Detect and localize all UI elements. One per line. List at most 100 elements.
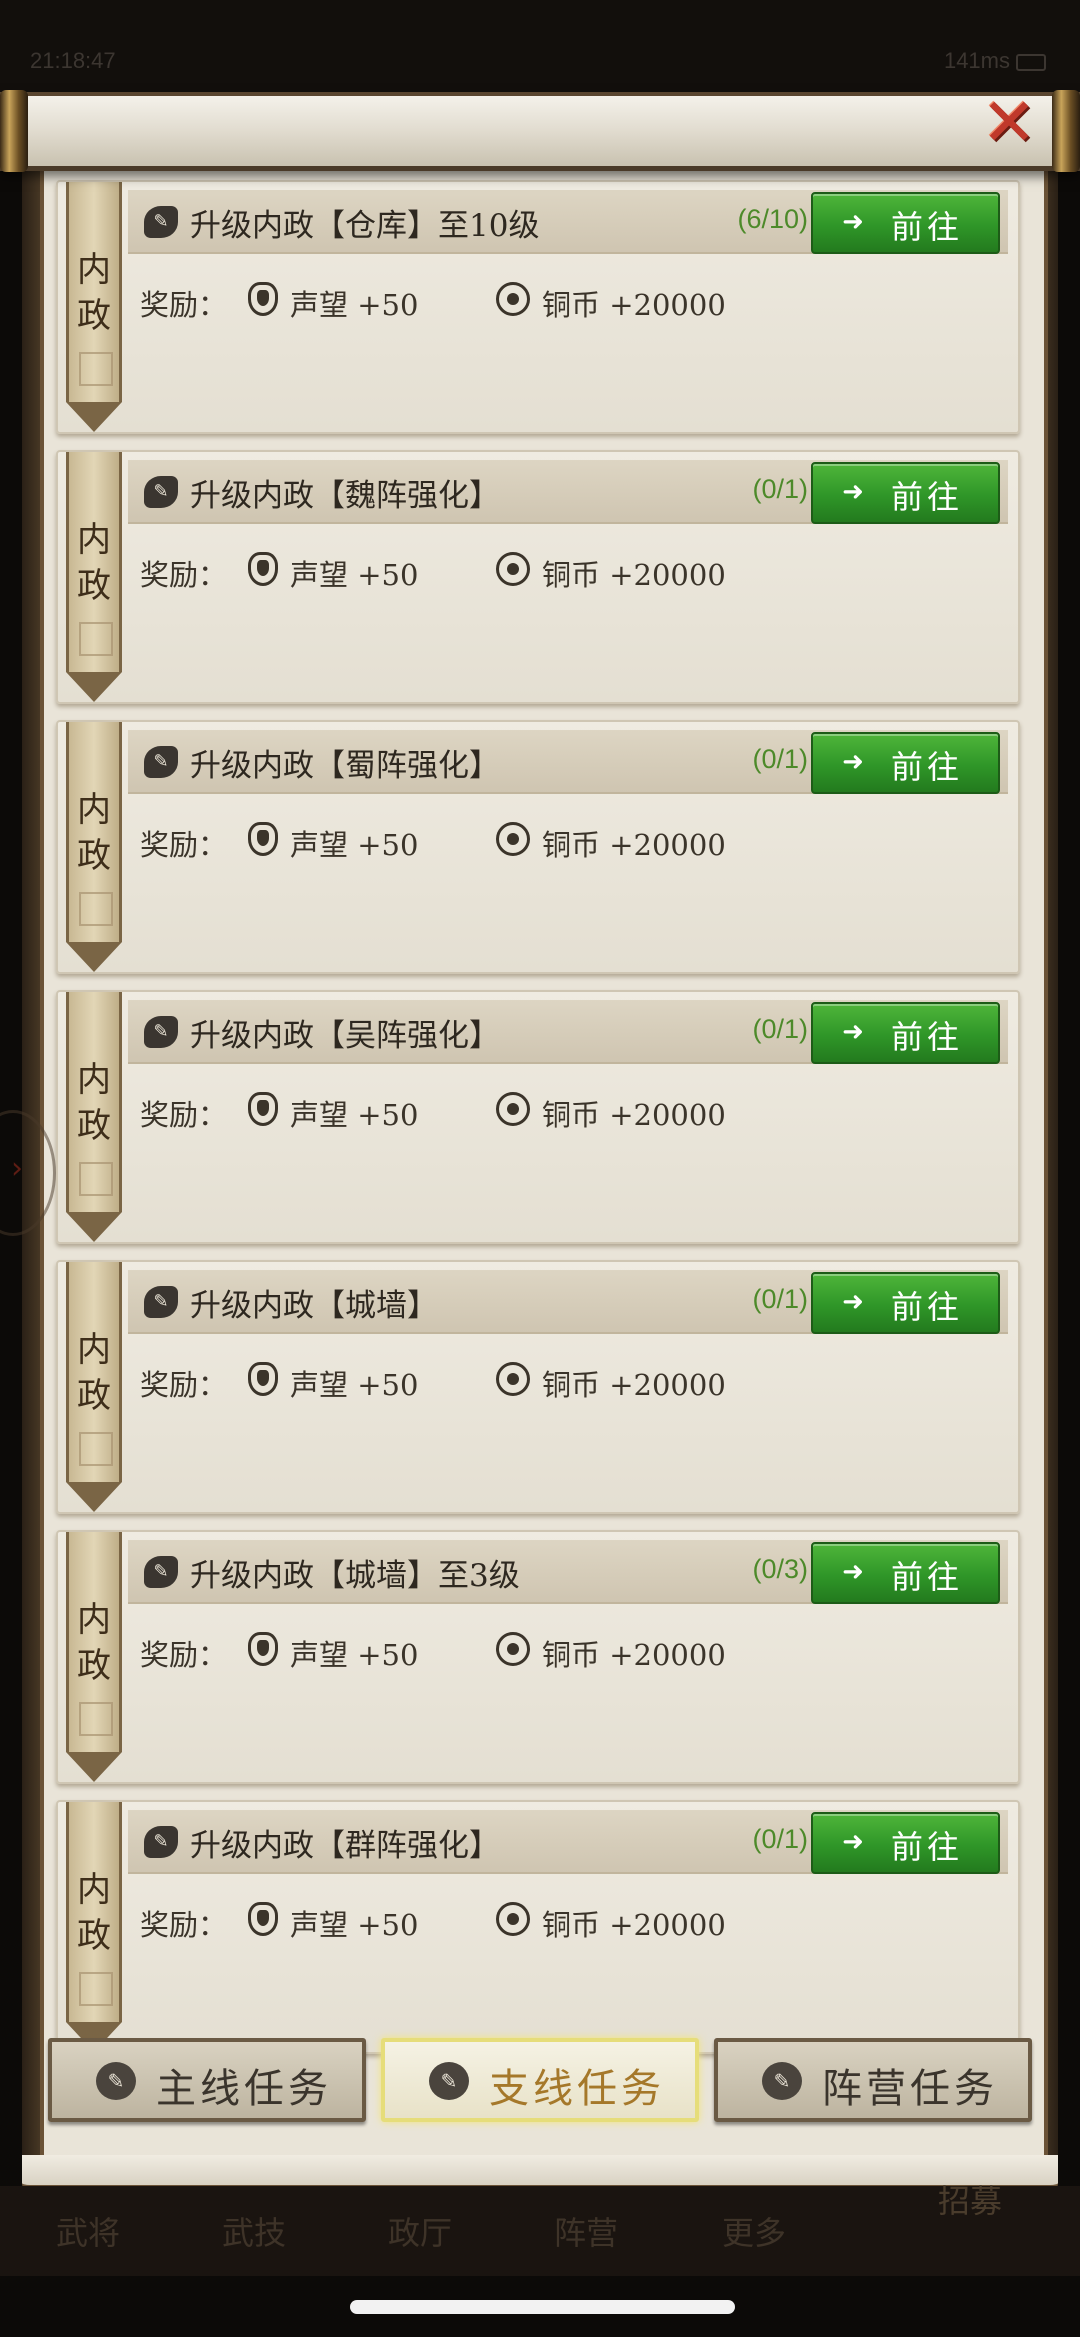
reputation-icon (248, 1092, 278, 1126)
reputation-icon (248, 1632, 278, 1666)
task-title: 升级内政【蜀阵强化】 (190, 748, 500, 784)
task-card: 内政 ✎ 升级内政【蜀阵强化】 (0/1) ➜ 前往 奖励： 声望 +50 铜币 +20000 (56, 720, 1020, 974)
task-title: 升级内政【城墙】至3级 (190, 1558, 520, 1594)
go-label: 前往 (891, 1018, 964, 1056)
scroll-icon: ✎ (96, 2062, 136, 2100)
coin-icon (496, 552, 530, 586)
nav-faction[interactable]: 阵营 (554, 2208, 618, 2254)
task-scroll-icon: ✎ (144, 1826, 178, 1858)
category-ribbon: 内政 (66, 992, 122, 1242)
go-arrow-icon: ➜ (842, 1827, 864, 1857)
task-title: 升级内政【城墙】 (190, 1288, 438, 1324)
coin-reward: 铜币 +20000 (542, 1908, 726, 1942)
coin-reward: 铜币 +20000 (542, 1098, 726, 1132)
task-card: 内政 ✎ 升级内政【城墙】 (0/1) ➜ 前往奖励： 声望 +50 铜币 +20000 (56, 1260, 1020, 1514)
task-tabs: ✎ 主线任务 ✎ 支线任务 ✎ 阵营任务 (48, 2038, 1032, 2128)
task-scroll-icon: ✎ (144, 476, 178, 508)
ribbon-ornament (79, 1972, 113, 2006)
home-indicator[interactable] (350, 2300, 735, 2314)
scroll-rod-right (1052, 90, 1080, 172)
coin-icon (496, 1362, 530, 1396)
tab-side-quest[interactable]: ✎ 支线任务 (381, 2038, 699, 2122)
go-label: 前往 (891, 748, 964, 786)
task-progress: (6/10) (737, 204, 808, 234)
category-ribbon: 内政 (66, 722, 122, 972)
reward-label: 奖励： (140, 1368, 228, 1402)
go-label: 前往 (891, 208, 964, 246)
go-button[interactable]: ➜ 前往 (811, 1812, 1000, 1874)
task-title-bar: ✎ 升级内政【蜀阵强化】 (0/1) ➜ 前往 (128, 730, 1008, 794)
reputation-icon (248, 1902, 278, 1936)
task-progress: (0/1) (752, 1284, 808, 1314)
coin-reward: 铜币 +20000 (542, 1368, 726, 1402)
category-ribbon: 内政 (66, 452, 122, 702)
nav-generals[interactable]: 武将 (56, 2208, 120, 2254)
chevron-right-icon: › (11, 1151, 23, 1186)
task-title-bar: ✎ 升级内政【魏阵强化】 (0/1) ➜ 前往 (128, 460, 1008, 524)
nav-skills[interactable]: 武技 (222, 2208, 286, 2254)
reputation-icon (248, 552, 278, 586)
task-card: 内政 ✎ 升级内政【城墙】至3级 (0/3) ➜ 前往 奖励： 声望 +50 铜币 +20000 (56, 1530, 1020, 1784)
tab-label: 支线任务 (489, 2066, 665, 2112)
reward-label: 奖励： (140, 1908, 228, 1942)
go-button[interactable]: ➜ 前往 (811, 1272, 1000, 1334)
category-label: 内政 (77, 1330, 111, 1416)
go-button[interactable]: ➜ 前往 (811, 462, 1000, 524)
game-bottom-nav: 武将 武技 政厅 阵营 更多 招募 (0, 2182, 1080, 2276)
reputation-icon (248, 282, 278, 316)
coin-icon (496, 1092, 530, 1126)
coin-reward: 铜币 +20000 (542, 558, 726, 592)
coin-icon (496, 1632, 530, 1666)
category-label: 内政 (77, 250, 111, 336)
task-title-bar: ✎ 升级内政【城墙】 (0/1) ➜ 前往 (128, 1270, 1008, 1334)
tab-faction-quest[interactable]: ✎ 阵营任务 (714, 2038, 1032, 2122)
task-title: 升级内政【吴阵强化】 (190, 1018, 500, 1054)
reputation-icon (248, 822, 278, 856)
reward-label: 奖励： (140, 558, 228, 592)
nav-recruit[interactable]: 招募 (900, 2176, 1040, 2266)
task-card: 内政 ✎ 升级内政【吴阵强化】 (0/1) ➜ 前往奖励： 声望 +50 铜币 +20000 (56, 990, 1020, 1244)
task-scroll-icon: ✎ (144, 1016, 178, 1048)
task-title-bar: ✎ 升级内政【吴阵强化】 (0/1) ➜ 前往 (128, 1000, 1008, 1064)
reputation-reward: 声望 +50 (290, 1368, 419, 1402)
go-label: 前往 (891, 478, 964, 516)
scroll-icon: ✎ (762, 2062, 802, 2100)
task-progress: (0/1) (752, 1824, 808, 1854)
task-title-bar: ✎ 升级内政【群阵强化】 (0/1) ➜ 前往 (128, 1810, 1008, 1874)
go-button[interactable]: ➜ 前往 (811, 1002, 1000, 1064)
task-title: 升级内政【魏阵强化】 (190, 478, 500, 514)
nav-hall[interactable]: 政厅 (388, 2208, 452, 2254)
task-progress: (0/3) (752, 1554, 808, 1584)
scroll-header (0, 90, 1080, 172)
category-label: 内政 (77, 1600, 111, 1686)
task-progress: (0/1) (752, 1014, 808, 1044)
go-arrow-icon: ➜ (842, 747, 864, 777)
tab-main-quest[interactable]: ✎ 主线任务 (48, 2038, 366, 2122)
close-button[interactable]: ✕ (974, 88, 1044, 158)
coin-reward: 铜币 +20000 (542, 288, 726, 322)
network-latency: 141ms (943, 48, 1010, 73)
tab-label: 主线任务 (156, 2066, 332, 2112)
category-ribbon: 内政 (66, 1532, 122, 1782)
task-scroll-icon: ✎ (144, 1286, 178, 1318)
reward-label: 奖励： (140, 1098, 228, 1132)
go-button[interactable]: ➜ 前往 (811, 192, 1000, 254)
go-button[interactable]: ➜ 前往 (811, 1542, 1000, 1604)
tab-label: 阵营任务 (822, 2066, 998, 2112)
reputation-reward: 声望 +50 (290, 828, 419, 862)
category-label: 内政 (77, 1870, 111, 1956)
task-scroll-icon: ✎ (144, 1556, 178, 1588)
coin-reward: 铜币 +20000 (542, 1638, 726, 1672)
reputation-reward: 声望 +50 (290, 558, 419, 592)
nav-more[interactable]: 更多 (722, 2208, 786, 2254)
go-button[interactable]: ➜ 前往 (811, 732, 1000, 794)
go-arrow-icon: ➜ (842, 1287, 864, 1317)
reputation-reward: 声望 +50 (290, 1098, 419, 1132)
clock: 21:18:47 (30, 48, 116, 73)
category-ribbon: 内政 (66, 182, 122, 432)
scroll-icon: ✎ (429, 2062, 469, 2100)
task-progress: (0/1) (752, 474, 808, 504)
go-arrow-icon: ➜ (842, 477, 864, 507)
go-label: 前往 (891, 1288, 964, 1326)
go-arrow-icon: ➜ (842, 207, 864, 237)
